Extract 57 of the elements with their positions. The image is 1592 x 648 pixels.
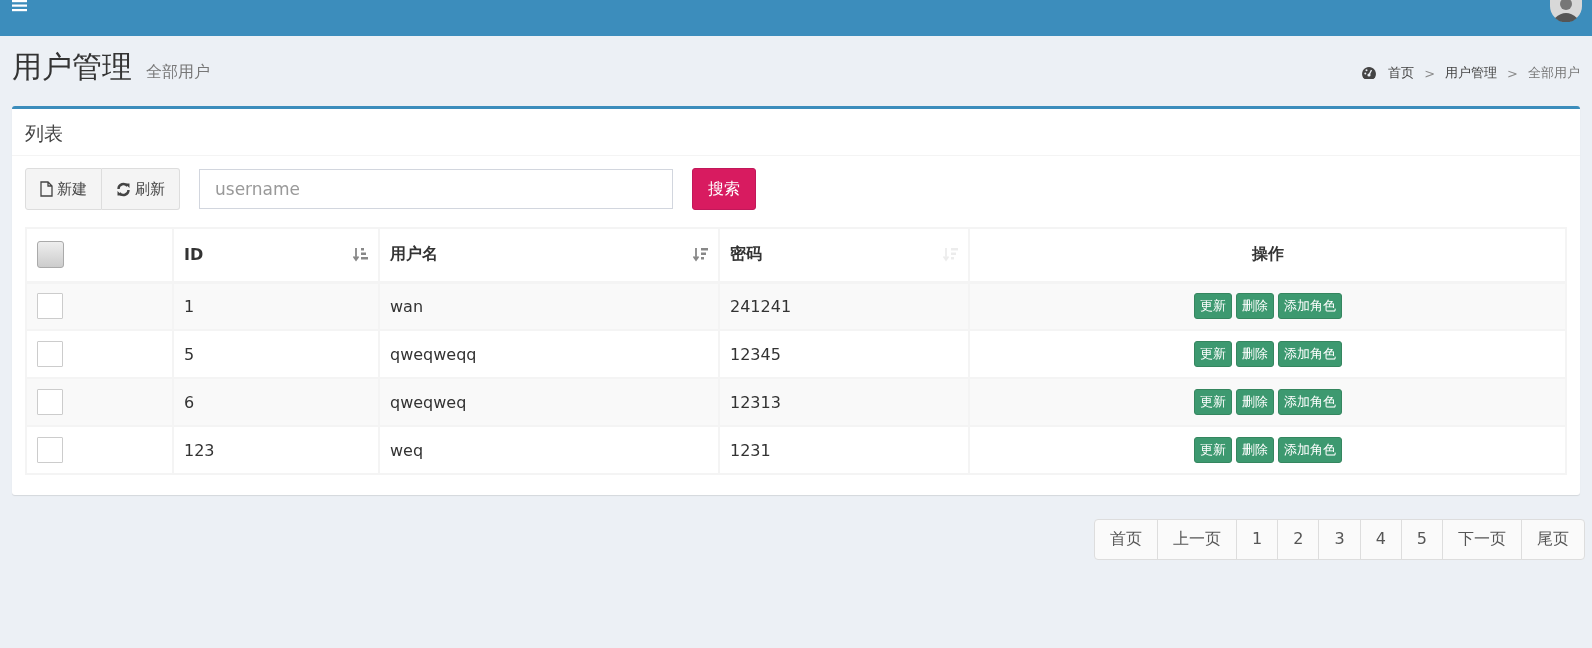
table-cell: weq <box>379 426 719 474</box>
table-cell: 1231 <box>719 426 969 474</box>
refresh-button[interactable]: 刷新 <box>102 168 180 210</box>
breadcrumb-separator: > <box>1507 65 1518 81</box>
box-title: 列表 <box>12 109 1580 156</box>
column-header[interactable]: 用户名 <box>390 244 438 266</box>
table-cell: qweqweq <box>379 378 719 426</box>
table-cell: 241241 <box>719 282 969 330</box>
page-link[interactable]: 尾页 <box>1521 519 1585 560</box>
action-button[interactable]: 删除 <box>1235 389 1274 415</box>
action-button[interactable]: 删除 <box>1235 437 1274 463</box>
new-button[interactable]: 新建 <box>25 168 102 210</box>
column-header[interactable]: 密码 <box>730 244 762 266</box>
page-link[interactable]: 2 <box>1277 519 1320 560</box>
row-checkbox[interactable] <box>37 341 63 367</box>
action-button[interactable]: 添加角色 <box>1277 341 1342 367</box>
page-subtitle: 全部用户 <box>146 62 210 83</box>
breadcrumb-separator: > <box>1424 65 1436 81</box>
action-button[interactable]: 添加角色 <box>1277 437 1342 463</box>
page-title: 用户管理 <box>12 48 132 86</box>
breadcrumb-link[interactable]: 用户管理 <box>1445 64 1498 82</box>
row-checkbox[interactable] <box>37 437 63 463</box>
select-all-checkbox[interactable] <box>37 241 64 269</box>
refresh-icon <box>116 181 131 197</box>
table-cell: 123 <box>173 426 379 474</box>
page-link[interactable]: 首页 <box>1094 519 1159 560</box>
document-icon <box>40 181 53 197</box>
sort-descending-icon[interactable] <box>693 247 708 263</box>
page-link[interactable]: 5 <box>1400 519 1443 560</box>
action-button[interactable]: 更新 <box>1193 389 1232 415</box>
action-button[interactable]: 更新 <box>1193 341 1232 367</box>
search-button[interactable]: 搜索 <box>692 168 756 210</box>
row-checkbox[interactable] <box>37 389 63 415</box>
page-link[interactable]: 1 <box>1236 519 1279 560</box>
page-link[interactable]: 下一页 <box>1442 519 1522 560</box>
row-checkbox[interactable] <box>37 293 63 320</box>
page-link[interactable]: 4 <box>1359 519 1402 560</box>
action-button[interactable]: 删除 <box>1235 293 1274 320</box>
avatar-icon[interactable] <box>1550 0 1582 22</box>
dashboard-icon <box>1362 67 1377 79</box>
table-cell: 1 <box>173 282 379 330</box>
page-link[interactable]: 3 <box>1318 519 1361 560</box>
table-cell: wan <box>379 282 719 330</box>
breadcrumb-current: 全部用户 <box>1528 64 1580 82</box>
table-cell: 12313 <box>719 378 969 426</box>
action-button[interactable]: 添加角色 <box>1277 389 1342 415</box>
action-button[interactable]: 删除 <box>1235 341 1274 367</box>
page-link[interactable]: 上一页 <box>1157 519 1238 560</box>
action-button[interactable]: 更新 <box>1193 293 1232 320</box>
column-header[interactable]: ID <box>184 245 204 265</box>
table-cell: 6 <box>173 378 379 426</box>
menu-icon[interactable] <box>12 0 27 12</box>
sort-ascending-icon[interactable] <box>353 247 368 263</box>
action-button[interactable]: 添加角色 <box>1277 293 1342 320</box>
action-button[interactable]: 更新 <box>1193 437 1232 463</box>
search-field[interactable]: username <box>199 169 673 209</box>
breadcrumb-link[interactable]: 首页 <box>1388 64 1415 82</box>
